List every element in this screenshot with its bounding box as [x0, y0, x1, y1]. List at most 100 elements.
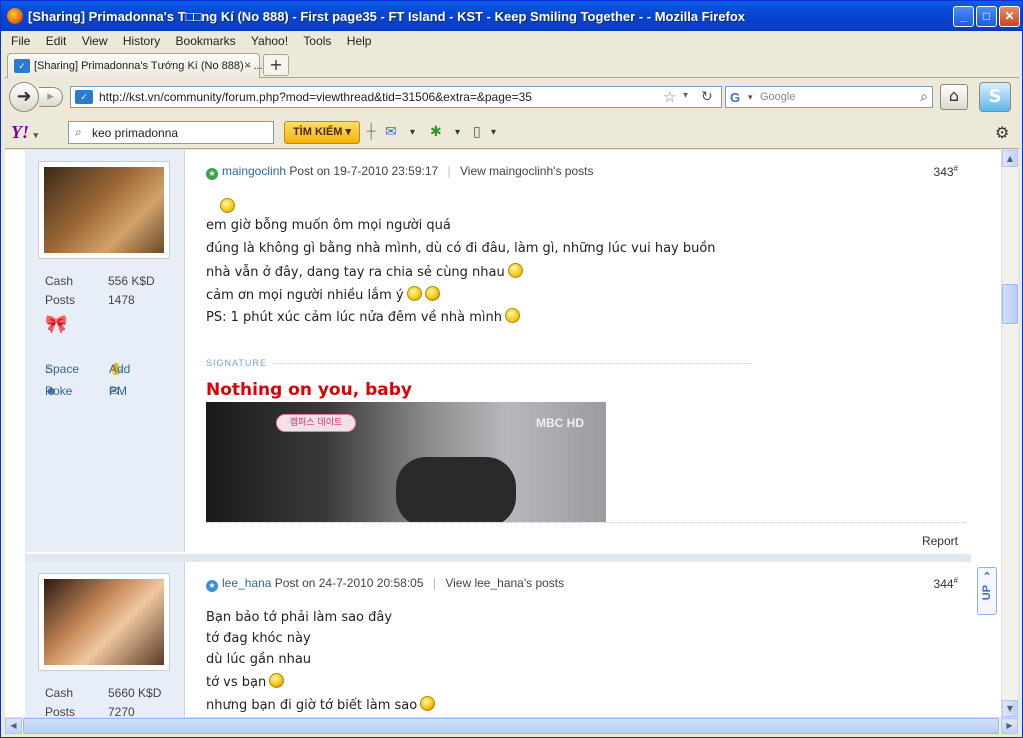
- vertical-scrollbar[interactable]: ▲ ▼: [1001, 150, 1018, 717]
- search-bar[interactable]: G ▾ Google ⌕: [725, 86, 933, 108]
- post-line: dù lúc gần nhau: [206, 652, 312, 667]
- posts-label: Posts: [45, 293, 76, 307]
- post-author-sidebar: Cash 5660 K$D Posts 7270: [25, 562, 185, 717]
- post-line: nhưng bạn đi giờ tớ biết làm sao: [206, 696, 436, 717]
- tab-title: [Sharing] Primadonna's Tướng Kí (No 888)…: [34, 60, 263, 72]
- view-author-posts-link[interactable]: View lee_hana's posts: [445, 576, 564, 590]
- post-content: ★ maingoclinh Post on 19-7-2010 23:59:17 …: [186, 150, 971, 552]
- notes-dropdown-icon[interactable]: ▾: [491, 127, 496, 138]
- forum-post: Cash 5660 K$D Posts 7270 ★ lee_hana Post …: [25, 562, 971, 717]
- post-footer: Report: [206, 522, 966, 548]
- reload-icon[interactable]: ↻: [701, 88, 713, 105]
- post-header: ★ maingoclinh Post on 19-7-2010 23:59:17 …: [206, 164, 966, 180]
- view-author-posts-link[interactable]: View maingoclinh's posts: [460, 164, 593, 178]
- scroll-right-arrow-icon[interactable]: ▶: [1001, 718, 1018, 734]
- back-button[interactable]: ➜: [9, 82, 39, 112]
- crying-icon: [420, 696, 436, 711]
- scroll-down-arrow-icon[interactable]: ▼: [1002, 700, 1018, 717]
- post-header: ★ lee_hana Post on 24-7-2010 20:58:05 | V…: [206, 576, 966, 592]
- forward-arrow-icon: ▸: [47, 89, 54, 104]
- menu-help[interactable]: Help: [341, 32, 378, 48]
- scroll-left-arrow-icon[interactable]: ◀: [5, 718, 22, 734]
- yahoo-dropdown-icon[interactable]: ▾: [34, 130, 39, 140]
- home-button[interactable]: ⌂: [940, 84, 968, 110]
- back-arrow-icon: ➜: [16, 86, 32, 107]
- menu-tools[interactable]: Tools: [297, 32, 337, 48]
- posts-value: 1478: [108, 293, 135, 307]
- toolbar-separator-icon: ┼: [367, 124, 376, 140]
- yahoo-search-value[interactable]: keo primadonna: [92, 126, 178, 140]
- signature-caption-badge: 캠퍼스 데이트: [276, 414, 356, 432]
- horizontal-scrollbar[interactable]: ◀ ▶: [5, 717, 1018, 734]
- tab-close-icon[interactable]: ×: [244, 58, 251, 72]
- scrollbar-thumb[interactable]: [1002, 284, 1018, 324]
- notes-icon[interactable]: ▯: [473, 124, 481, 140]
- menu-view[interactable]: View: [76, 32, 114, 48]
- header-divider: |: [432, 576, 436, 590]
- games-dropdown-icon[interactable]: ▾: [455, 127, 460, 138]
- url-dropdown-icon[interactable]: ▾: [683, 90, 688, 101]
- games-icon[interactable]: ✱: [430, 124, 442, 140]
- close-button[interactable]: ✕: [999, 6, 1020, 27]
- post-line: em giờ bỗng muốn ôm mọi người quá: [206, 218, 451, 233]
- post-body: Bạn bảo tớ phải làm sao đây tớ đag khóc …: [206, 610, 436, 717]
- post-date: Post on 19-7-2010 23:59:17: [289, 164, 439, 178]
- forward-button[interactable]: ▸: [39, 87, 63, 107]
- title-bar[interactable]: [Sharing] Primadonna's T□□ng Kí (No 888)…: [1, 1, 1022, 31]
- bookmark-star-icon[interactable]: ☆: [663, 88, 676, 106]
- skype-button[interactable]: S: [979, 82, 1011, 112]
- avatar[interactable]: [39, 162, 169, 258]
- smiley-icon: [507, 263, 523, 278]
- user-star-icon: ★: [206, 580, 218, 592]
- mail-dropdown-icon[interactable]: ▾: [410, 127, 415, 138]
- horizontal-scrollbar-thumb[interactable]: [23, 718, 999, 734]
- url-bar[interactable]: ✓ http://kst.vn/community/forum.php?mod=…: [70, 86, 722, 108]
- post-line: Bạn bảo tớ phải làm sao đây: [206, 610, 393, 625]
- post-body: em giờ bỗng muốn ôm mọi người quá đúng l…: [206, 198, 716, 331]
- post-date: Post on 24-7-2010 20:58:05: [274, 576, 424, 590]
- tab-current[interactable]: ✓ [Sharing] Primadonna's Tướng Kí (No 88…: [7, 53, 263, 78]
- yahoo-toolbar: Y! ▾ ⌕ keo primadonna TÌM KIẾM ▾ ┼ ✉ ▾ ✱…: [5, 116, 1019, 149]
- scroll-up-button[interactable]: ⌃ UP: [977, 567, 997, 615]
- skype-icon: S: [988, 86, 1002, 107]
- maximize-button[interactable]: □: [976, 6, 997, 27]
- post-number[interactable]: 344#: [934, 576, 958, 591]
- yahoo-search-input[interactable]: ⌕ keo primadonna: [68, 121, 274, 144]
- mbc-logo: MBC HD: [536, 416, 584, 430]
- page-viewport: Cash 556 K$D Posts 1478 🎀 ⌂ Space ✋ Add …: [5, 150, 1001, 717]
- mail-icon[interactable]: ✉: [385, 124, 397, 140]
- search-icon[interactable]: ⌕: [920, 88, 928, 105]
- avatar[interactable]: [39, 574, 169, 670]
- cash-value: 5660 K$D: [108, 686, 162, 700]
- report-link[interactable]: Report: [922, 534, 958, 548]
- yahoo-logo[interactable]: Y! ▾: [11, 122, 38, 143]
- back-forward-group: ➜ ▸: [9, 82, 67, 112]
- menu-yahoo[interactable]: Yahoo!: [245, 32, 294, 48]
- posts-value: 7270: [108, 705, 135, 717]
- post-number[interactable]: 343#: [934, 164, 958, 179]
- gear-icon[interactable]: ⚙: [995, 123, 1009, 142]
- new-tab-button[interactable]: +: [263, 54, 289, 76]
- menu-history[interactable]: History: [117, 32, 166, 48]
- tab-bar: ✓ [Sharing] Primadonna's Tướng Kí (No 88…: [5, 51, 1019, 78]
- menu-bookmarks[interactable]: Bookmarks: [170, 32, 242, 48]
- forum-thread: Cash 556 K$D Posts 1478 🎀 ⌂ Space ✋ Add …: [25, 150, 971, 717]
- search-engine-dropdown-icon[interactable]: ▾: [748, 92, 753, 103]
- menu-file[interactable]: File: [5, 32, 36, 48]
- firefox-icon: [7, 8, 23, 24]
- post-line: nhà vẫn ở đây, dang tay ra chia sẻ cùng …: [206, 263, 716, 286]
- search-placeholder[interactable]: Google: [760, 91, 795, 103]
- signature-image-figure: [396, 457, 516, 522]
- post-author-link[interactable]: maingoclinh: [222, 164, 286, 178]
- scroll-up-arrow-icon[interactable]: ▲: [1002, 150, 1018, 167]
- post-author-link[interactable]: lee_hana: [222, 576, 271, 590]
- menu-edit[interactable]: Edit: [40, 32, 73, 48]
- shocked-icon: [269, 673, 285, 688]
- yahoo-logo-text: Y!: [11, 122, 29, 142]
- post-line: PS: 1 phút xúc cảm lúc nửa đêm về nhà mì…: [206, 308, 716, 331]
- online-status-icon: ★: [206, 168, 218, 180]
- minimize-button[interactable]: _: [953, 6, 974, 27]
- yahoo-search-button[interactable]: TÌM KIẾM ▾: [284, 121, 360, 144]
- url-text[interactable]: http://kst.vn/community/forum.php?mod=vi…: [99, 90, 532, 104]
- post-line: tớ vs bạn: [206, 673, 435, 696]
